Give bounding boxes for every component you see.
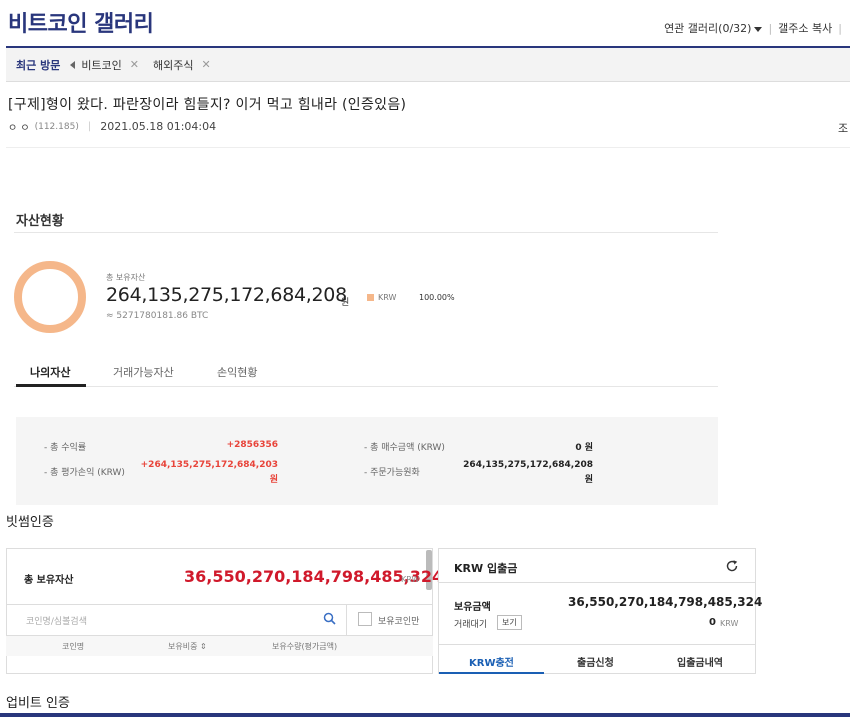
active-tab-indicator <box>16 384 86 387</box>
bithumb-total-label: 총 보유자산 <box>24 575 74 586</box>
owned-only-label[interactable]: 보유코인만 <box>378 614 419 627</box>
coin-search-input[interactable]: 코인명/심볼검색 <box>26 614 87 627</box>
asset-heading: 자산현황 <box>16 214 64 229</box>
legend-label: KRW <box>378 293 397 302</box>
divider <box>438 582 756 583</box>
post-date: 2021.05.18 01:04:04 <box>100 120 217 133</box>
orderable-krw-label: - 주문가능원화 <box>364 468 420 478</box>
krw-pending-unit: KRW <box>720 619 739 628</box>
column-coin-name: 코인명 <box>62 642 85 651</box>
total-buy-label: - 총 매수금액 (KRW) <box>364 443 445 453</box>
divider <box>438 644 756 645</box>
divider: | <box>768 21 773 35</box>
total-asset-label: 총 보유자산 <box>106 273 146 282</box>
tab-tradable-assets[interactable]: 거래가능자산 <box>113 364 174 380</box>
post-author[interactable]: ㅇ ㅇ <box>8 119 30 134</box>
eval-profit-unit: 원 <box>269 475 278 485</box>
tab-profit-status[interactable]: 손익현황 <box>217 364 257 380</box>
bottom-divider <box>0 713 850 717</box>
arrow-left-icon[interactable] <box>70 60 76 69</box>
owned-only-checkbox[interactable] <box>358 612 372 626</box>
gallery-title[interactable]: 비트코인 갤러리 <box>8 6 154 38</box>
post-title: [구제]형이 왔다. 파란장이라 힘들지? 이거 먹고 힘내라 (인증있음) <box>8 97 407 113</box>
column-holding-ratio[interactable]: 보유비중 ⇕ <box>168 641 207 652</box>
eval-profit-label: - 총 평가손익 (KRW) <box>44 468 125 478</box>
active-tab-indicator <box>439 672 544 674</box>
krw-pending-value: 0 <box>709 617 716 628</box>
close-icon[interactable]: ✕ <box>130 58 139 71</box>
total-asset-value: 264,135,275,172,684,208 <box>106 284 347 306</box>
upbit-heading: 업비트 인증 <box>6 696 70 711</box>
divider: | <box>838 21 842 35</box>
post-meta: ㅇ ㅇ (112.185) | 2021.05.18 01:04:04 <box>8 119 216 134</box>
search-icon[interactable] <box>323 612 336 625</box>
tab-transaction-history[interactable]: 입출금내역 <box>677 654 723 669</box>
recent-item-bitcoin[interactable]: 비트코인 ✕ <box>70 57 139 73</box>
asset-summary-box <box>16 417 718 505</box>
post-view-count-fragment: 조 <box>838 122 849 135</box>
recent-visits-label: 최근 방문 <box>16 58 61 72</box>
profit-rate-value: +2856356 <box>226 440 278 450</box>
asset-donut-chart <box>14 261 86 333</box>
recent-item-overseas-stock[interactable]: 해외주식 ✕ <box>153 57 211 73</box>
close-icon[interactable]: ✕ <box>202 58 211 71</box>
orderable-krw-value: 264,135,275,172,684,208 <box>463 460 593 470</box>
legend-percentage: 100.00% <box>419 293 455 302</box>
krw-pending-label: 거래대기 <box>454 620 488 630</box>
post-ip: (112.185) <box>34 121 79 132</box>
divider: | <box>87 121 92 132</box>
refresh-icon[interactable] <box>725 559 739 573</box>
krw-panel-title: KRW 입출금 <box>454 562 518 575</box>
eval-profit-value: +264,135,275,172,684,203 <box>140 460 278 470</box>
orderable-krw-unit: 원 <box>584 475 593 485</box>
krw-hold-label: 보유금액 <box>454 602 491 613</box>
divider <box>6 604 433 605</box>
total-asset-unit: 원 <box>341 298 350 308</box>
view-button[interactable]: 보기 <box>497 615 522 630</box>
header-actions: 연관 갤러리(0/32) | 갤주소 복사 | <box>664 20 842 36</box>
tab-krw-deposit[interactable]: KRW충전 <box>469 654 514 669</box>
recent-visits-bar: 최근 방문 비트코인 ✕ 해외주식 ✕ <box>6 48 850 82</box>
bithumb-heading: 빗썸인증 <box>6 515 54 530</box>
tab-divider <box>14 386 718 387</box>
tab-withdraw-request[interactable]: 출금신청 <box>577 654 614 669</box>
post-divider <box>6 147 850 148</box>
krw-hold-value: 36,550,270,184,798,485,324 <box>568 595 763 609</box>
divider <box>346 604 347 635</box>
related-gallery-dropdown[interactable]: 연관 갤러리(0/32) <box>664 20 763 36</box>
btc-approx-value: ≈ 5271780181.86 BTC <box>106 311 209 321</box>
copy-address-button[interactable]: 갤주소 복사 <box>778 20 832 36</box>
asset-divider <box>14 232 718 233</box>
profit-rate-label: - 총 수익률 <box>44 443 87 453</box>
tab-my-assets[interactable]: 나의자산 <box>30 364 70 380</box>
column-holding-quantity: 보유수량(평가금액) <box>272 642 338 651</box>
bithumb-total-unit: KRW <box>401 575 420 584</box>
legend-swatch <box>367 294 374 301</box>
total-buy-value: 0 원 <box>575 443 593 453</box>
caret-down-icon <box>754 26 763 32</box>
